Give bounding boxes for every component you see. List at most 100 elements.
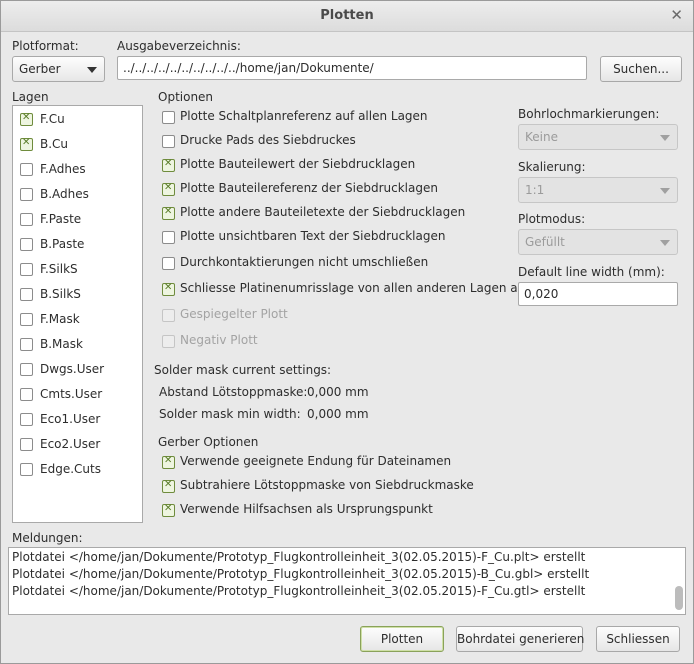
generate-drill-file-button[interactable]: Bohrdatei generieren <box>456 626 584 652</box>
layer-label: Eco2.User <box>40 437 101 451</box>
checkbox-icon[interactable] <box>20 363 33 376</box>
layer-item-f-adhes[interactable]: F.Adhes <box>13 157 142 181</box>
scaling-select: 1:1 <box>518 177 678 203</box>
layer-item-f-paste[interactable]: F.Paste <box>13 207 142 231</box>
layer-item-b-silks[interactable]: B.SilkS <box>13 282 142 306</box>
layer-label: Eco1.User <box>40 412 101 426</box>
plot-dialog: Plotten ✕ Plotformat: Gerber Ausgabeverz… <box>0 0 694 664</box>
layer-label: F.Cu <box>40 112 65 126</box>
solder-mask-label: Solder mask current settings: <box>154 363 332 377</box>
checkbox-checked-icon[interactable] <box>162 158 175 172</box>
option-label: Schliesse Platinenumrisslage von allen a… <box>180 281 532 295</box>
layer-item-b-mask[interactable]: B.Mask <box>13 332 142 356</box>
title-bar[interactable]: Plotten ✕ <box>1 1 693 32</box>
plot-format-select[interactable]: Gerber <box>12 56 105 82</box>
layer-item-edge-cuts[interactable]: Edge.Cuts <box>13 457 142 481</box>
line-width-input[interactable]: 0,020 <box>518 282 678 306</box>
checkbox-checked-icon[interactable] <box>162 182 175 196</box>
layer-item-b-cu[interactable]: B.Cu <box>13 132 142 156</box>
option-label: Gespiegelter Plott <box>180 307 288 321</box>
layer-item-b-paste[interactable]: B.Paste <box>13 232 142 256</box>
checkbox-icon[interactable] <box>20 388 33 401</box>
window-title: Plotten <box>320 8 374 23</box>
layer-item-eco2-user[interactable]: Eco2.User <box>13 432 142 456</box>
layers-list: F.Cu B.Cu F.Adhes B.Adhes F.Paste B.Past… <box>12 105 143 523</box>
solder-mask-clearance-label: Abstand Lötstoppmaske: <box>159 385 308 399</box>
checkbox-icon[interactable] <box>20 263 33 276</box>
plot-mode-value: Gefüllt <box>525 235 565 249</box>
messages-label: Meldungen: <box>12 531 83 545</box>
layer-item-dwgs-user[interactable]: Dwgs.User <box>13 357 142 381</box>
chevron-down-icon <box>660 135 670 141</box>
plot-mode-select: Gefüllt <box>518 229 678 255</box>
checkbox-icon <box>162 335 175 348</box>
checkbox-icon[interactable] <box>162 135 175 148</box>
checkbox-checked-icon[interactable] <box>162 282 175 296</box>
solder-mask-clearance-value: 0,000 mm <box>307 385 369 399</box>
solder-mask-min-width-label: Solder mask min width: <box>159 407 301 421</box>
checkbox-icon[interactable] <box>20 463 33 476</box>
checkbox-icon[interactable] <box>20 188 33 201</box>
checkbox-checked-icon[interactable] <box>162 206 175 220</box>
checkbox-checked-icon[interactable] <box>162 503 175 517</box>
checkbox-checked-icon[interactable] <box>20 112 33 126</box>
checkbox-icon[interactable] <box>20 288 33 301</box>
checkbox-checked-icon[interactable] <box>162 455 175 469</box>
layer-label: F.Paste <box>40 212 82 226</box>
output-dir-input[interactable]: ../../../../../../../../../../home/jan/D… <box>117 56 587 80</box>
checkbox-icon[interactable] <box>20 438 33 451</box>
close-icon[interactable]: ✕ <box>670 6 683 24</box>
layer-label: F.Mask <box>40 312 80 326</box>
layer-label: F.SilkS <box>40 262 78 276</box>
layer-item-cmts-user[interactable]: Cmts.User <box>13 382 142 406</box>
option-label: Plotte Schaltplanreferenz auf allen Lage… <box>180 109 428 123</box>
browse-button[interactable]: Suchen... <box>600 56 682 82</box>
layer-item-f-silks[interactable]: F.SilkS <box>13 257 142 281</box>
layer-label: B.Paste <box>40 237 85 251</box>
chevron-down-icon <box>660 240 670 246</box>
layer-item-b-adhes[interactable]: B.Adhes <box>13 182 142 206</box>
checkbox-checked-icon[interactable] <box>20 137 33 151</box>
option-label: Verwende Hilfsachsen als Ursprungspunkt <box>180 502 433 516</box>
layer-label: Cmts.User <box>40 387 103 401</box>
checkbox-icon[interactable] <box>20 313 33 326</box>
checkbox-icon[interactable] <box>20 213 33 226</box>
checkbox-icon[interactable] <box>162 257 175 270</box>
close-button[interactable]: Schliessen <box>596 626 680 652</box>
chevron-down-icon <box>660 188 670 194</box>
checkbox-icon[interactable] <box>20 413 33 426</box>
checkbox-checked-icon[interactable] <box>162 479 175 493</box>
checkbox-icon[interactable] <box>20 238 33 251</box>
option-label: Plotte Bauteilewert der Siebdrucklagen <box>180 157 416 171</box>
plot-format-label: Plotformat: <box>12 39 79 53</box>
plot-mode-label: Plotmodus: <box>518 212 586 226</box>
option-label: Plotte unsichtbaren Text der Siebdruckla… <box>180 229 446 243</box>
checkbox-icon[interactable] <box>20 338 33 351</box>
option-label: Drucke Pads des Siebdruckes <box>180 133 356 147</box>
checkbox-icon[interactable] <box>162 111 175 124</box>
message-line: Plotdatei </home/jan/Dokumente/Prototyp_… <box>12 567 590 581</box>
checkbox-icon[interactable] <box>162 231 175 244</box>
option-label: Subtrahiere Lötstoppmaske von Siebdruckm… <box>180 478 474 492</box>
scaling-value: 1:1 <box>525 183 545 197</box>
message-line: Plotdatei </home/jan/Dokumente/Prototyp_… <box>12 550 586 564</box>
message-line: Plotdatei </home/jan/Dokumente/Prototyp_… <box>12 584 586 598</box>
plot-button[interactable]: Plotten <box>360 626 444 652</box>
scaling-label: Skalierung: <box>518 160 586 174</box>
layer-item-f-cu[interactable]: F.Cu <box>13 107 142 131</box>
line-width-label: Default line width (mm): <box>518 265 665 279</box>
plot-format-value: Gerber <box>19 62 61 76</box>
layer-item-eco1-user[interactable]: Eco1.User <box>13 407 142 431</box>
checkbox-icon[interactable] <box>20 163 33 176</box>
messages-box[interactable]: Plotdatei </home/jan/Dokumente/Prototyp_… <box>8 547 686 615</box>
layer-item-f-mask[interactable]: F.Mask <box>13 307 142 331</box>
layer-label: B.Adhes <box>40 187 89 201</box>
chevron-down-icon <box>87 67 97 73</box>
drill-marks-select: Keine <box>518 124 678 150</box>
layer-label: F.Adhes <box>40 162 86 176</box>
option-label: Plotte andere Bauteiletexte der Siebdruc… <box>180 205 466 219</box>
drill-marks-label: Bohrlochmarkierungen: <box>518 107 660 121</box>
scrollbar-thumb[interactable] <box>675 586 683 610</box>
checkbox-icon <box>162 309 175 322</box>
layer-label: B.SilkS <box>40 287 81 301</box>
